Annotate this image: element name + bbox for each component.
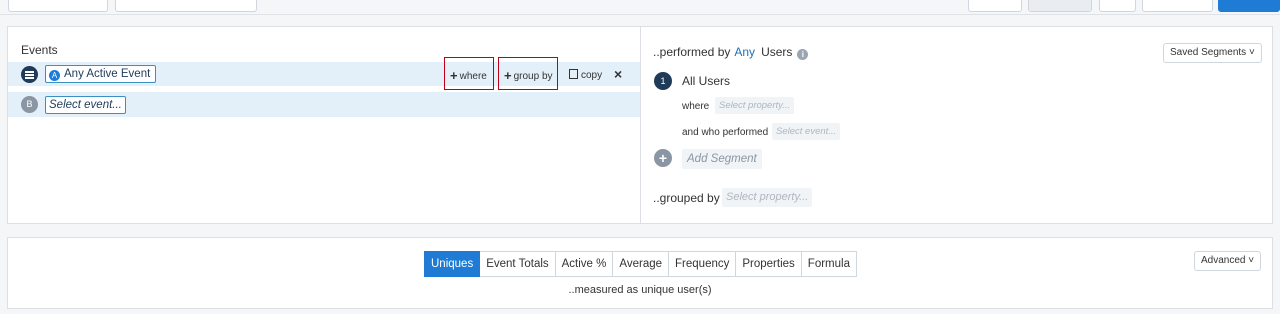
grouped-by-property-input[interactable]: Select property...: [722, 188, 813, 207]
advanced-button[interactable]: Advanced ˅: [1194, 251, 1262, 271]
toolbar-button[interactable]: [1142, 0, 1213, 12]
copy-icon: [569, 69, 578, 79]
close-icon[interactable]: ×: [614, 66, 622, 82]
tab-frequency[interactable]: Frequency: [669, 251, 737, 277]
grouped-by-label: ..grouped by: [653, 191, 720, 205]
panel-divider: [640, 27, 641, 223]
toolbar-button[interactable]: [8, 0, 108, 12]
copy-button[interactable]: copy: [569, 69, 602, 81]
events-title: Events: [21, 43, 58, 57]
top-toolbar: [0, 0, 1280, 15]
active-event-icon: A: [49, 70, 60, 81]
tab-uniques[interactable]: Uniques: [424, 251, 481, 277]
query-panel: Events A Any Active Event + where + group b…: [7, 26, 1273, 224]
event-letter-b: B: [21, 96, 38, 113]
event-row-a: A Any Active Event + where + group by copy …: [8, 57, 640, 90]
segment-number: 1: [654, 72, 672, 90]
toolbar-button[interactable]: [1099, 0, 1136, 12]
performed-by: ..performed by Any Users i: [653, 45, 809, 60]
tab-properties[interactable]: Properties: [736, 251, 802, 277]
tab-average[interactable]: Average: [613, 251, 670, 277]
toolbar-button[interactable]: [1028, 0, 1092, 12]
add-segment-icon[interactable]: +: [654, 149, 672, 167]
event-select-b[interactable]: Select event...: [45, 96, 126, 114]
tab-formula[interactable]: Formula: [801, 251, 857, 277]
measured-as-text: ..measured as unique user(s): [568, 284, 712, 296]
event-menu-icon[interactable]: [21, 66, 38, 83]
saved-segments-button[interactable]: Saved Segments ˅: [1163, 43, 1262, 63]
where-label: where: [682, 101, 710, 112]
who-performed-label: and who performed: [682, 127, 769, 138]
metrics-panel: Uniques Event Totals Active % Average Fr…: [7, 237, 1273, 309]
toolbar-button[interactable]: [115, 0, 257, 12]
info-icon[interactable]: i: [797, 49, 809, 60]
add-group-by-button[interactable]: + group by: [504, 68, 553, 83]
any-dropdown[interactable]: Any: [734, 45, 755, 59]
event-row-b: B Select event...: [8, 92, 640, 117]
metric-tabs: Uniques Event Totals Active % Average Fr…: [424, 251, 857, 277]
event-select-a[interactable]: A Any Active Event: [45, 65, 157, 83]
who-performed-event-input[interactable]: Select event...: [772, 123, 841, 140]
tab-event-totals[interactable]: Event Totals: [480, 251, 556, 277]
where-property-input[interactable]: Select property...: [715, 97, 795, 114]
toolbar-button[interactable]: [968, 0, 1022, 12]
segment-name[interactable]: All Users: [682, 74, 730, 88]
add-segment-button[interactable]: Add Segment: [682, 149, 762, 169]
add-where-button[interactable]: + where: [450, 68, 487, 83]
users-dropdown[interactable]: Users: [761, 45, 792, 59]
toolbar-primary-button[interactable]: [1218, 0, 1280, 12]
tab-active-percent[interactable]: Active %: [555, 251, 614, 277]
